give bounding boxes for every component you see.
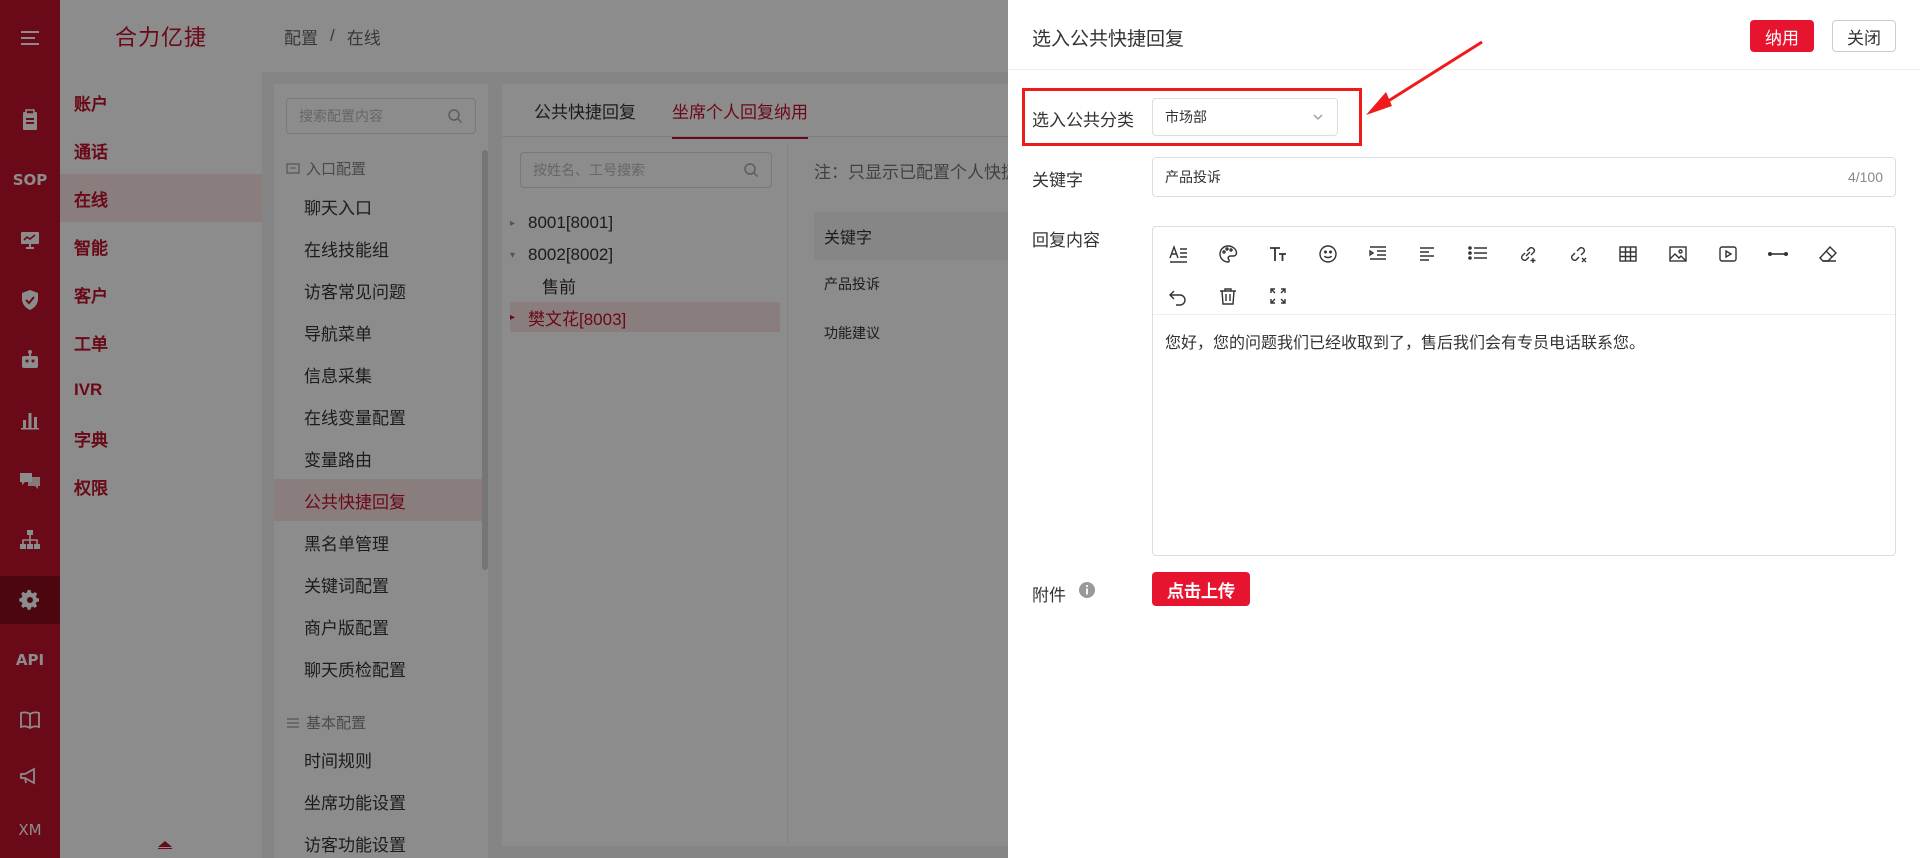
app-root: SOP API XM 合力亿捷 账户 通话 在线 智能 客户 工单 IVR 字典… [0, 0, 1920, 858]
eraser-icon[interactable] [1813, 239, 1843, 269]
annotation-arrow-icon [1366, 40, 1483, 115]
reply-content-text[interactable]: 您好，您的问题我们已经收取到了，售后我们会有专员电话联系您。 [1165, 329, 1645, 353]
close-button[interactable]: 关闭 [1832, 20, 1896, 52]
info-icon[interactable] [1078, 581, 1096, 599]
modal-overlay[interactable] [0, 0, 1008, 858]
reply-label: 回复内容 [1032, 231, 1100, 250]
list-icon[interactable] [1463, 239, 1493, 269]
keyword-input[interactable]: 产品投诉 4/100 [1152, 157, 1896, 197]
palette-icon[interactable] [1213, 239, 1243, 269]
align-left-icon[interactable] [1413, 239, 1443, 269]
keyword-value: 产品投诉 [1165, 169, 1221, 185]
video-icon[interactable] [1713, 239, 1743, 269]
text-style-icon[interactable] [1163, 239, 1193, 269]
drawer-title: 选入公共快捷回复 [1032, 29, 1185, 50]
upload-button[interactable]: 点击上传 [1152, 572, 1250, 606]
keyword-label: 关键字 [1032, 171, 1083, 190]
table-icon[interactable] [1613, 239, 1643, 269]
fullscreen-icon[interactable] [1263, 281, 1293, 311]
unlink-icon[interactable] [1563, 239, 1593, 269]
trash-icon[interactable] [1213, 281, 1243, 311]
editor-toolbar [1153, 227, 1895, 315]
rich-text-editor: 您好，您的问题我们已经收取到了，售后我们会有专员电话联系您。 [1152, 226, 1896, 556]
keyword-char-count: 4/100 [1847, 169, 1883, 185]
link-icon[interactable] [1513, 239, 1543, 269]
annotation-highlight-box [1022, 88, 1362, 146]
indent-icon[interactable] [1363, 239, 1393, 269]
adopt-button[interactable]: 纳用 [1750, 20, 1814, 52]
select-public-reply-drawer: 选入公共快捷回复 纳用 关闭 选入公共分类 市场部 关键字 产品投诉 4/100… [1008, 0, 1920, 858]
horizontal-rule-icon[interactable] [1763, 239, 1793, 269]
emoji-icon[interactable] [1313, 239, 1343, 269]
image-icon[interactable] [1663, 239, 1693, 269]
attachment-label: 附件 [1032, 586, 1066, 605]
font-size-icon[interactable] [1263, 239, 1293, 269]
undo-icon[interactable] [1163, 281, 1193, 311]
